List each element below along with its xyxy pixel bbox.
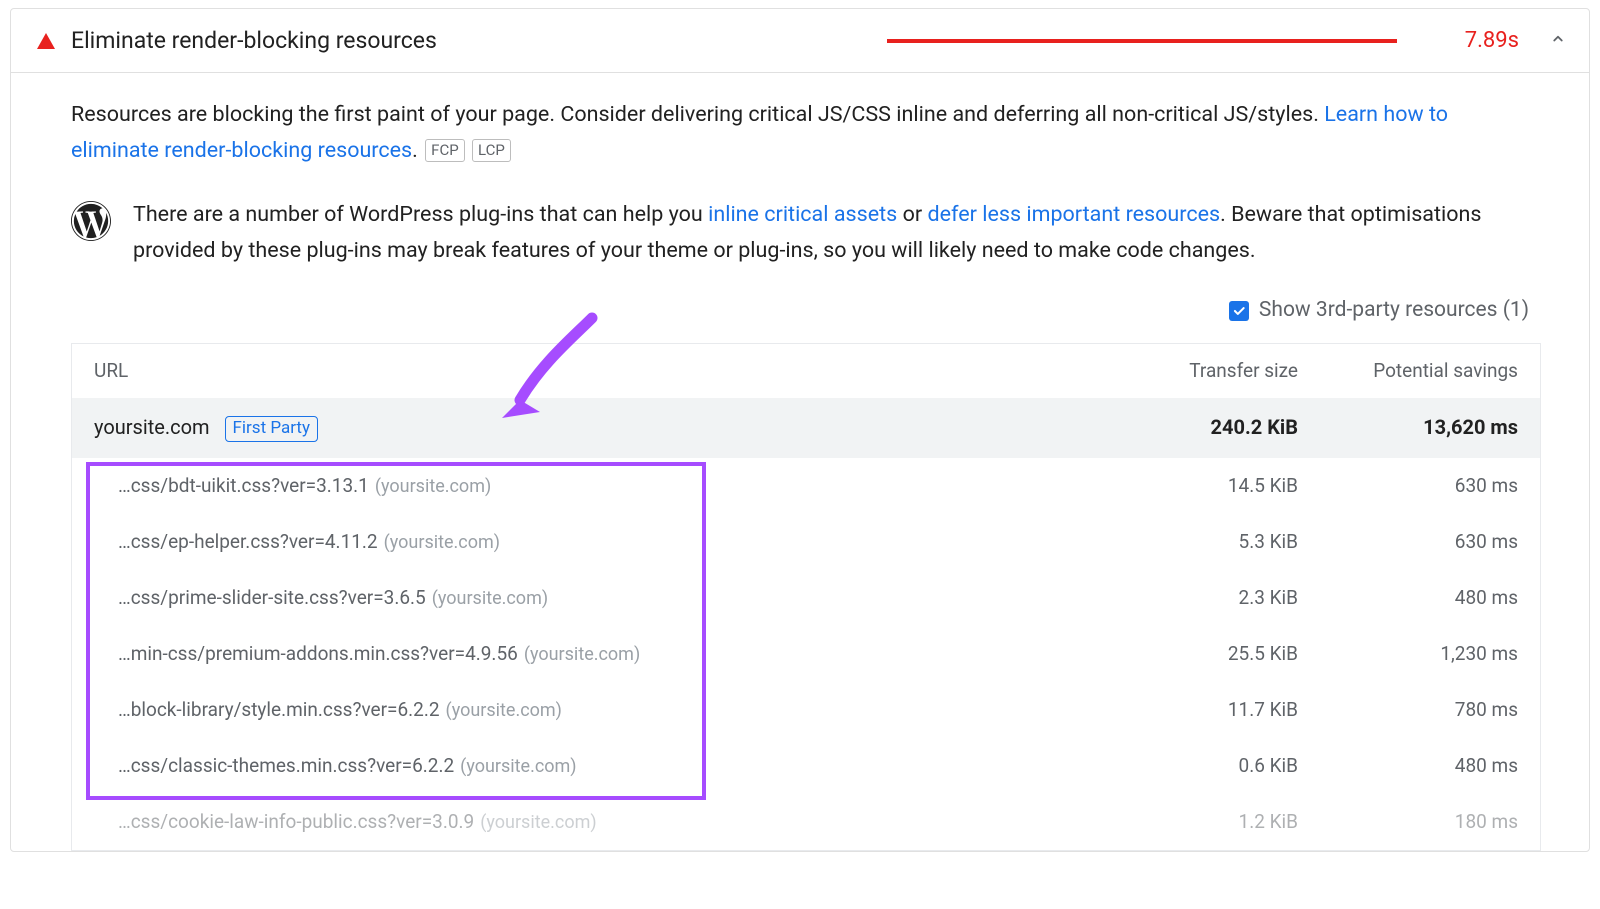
description-text: Resources are blocking the first paint o… bbox=[71, 102, 1324, 127]
row-transfer: 5.3 KiB bbox=[1098, 526, 1298, 558]
row-url: …css/prime-slider-site.css?ver=3.6.5 bbox=[118, 586, 426, 609]
third-party-checkbox[interactable] bbox=[1229, 301, 1249, 321]
metric-tag-lcp: LCP bbox=[472, 139, 511, 162]
row-url: …block-library/style.min.css?ver=6.2.2 bbox=[118, 698, 440, 721]
row-origin: (yoursite.com) bbox=[375, 476, 491, 497]
audit-body: Resources are blocking the first paint o… bbox=[11, 73, 1589, 851]
row-origin: (yoursite.com) bbox=[524, 644, 640, 665]
third-party-toggle-row: Show 3rd-party resources (1) bbox=[71, 293, 1541, 328]
row-savings: 1,230 ms bbox=[1298, 638, 1518, 670]
row-transfer: 1.2 KiB bbox=[1098, 806, 1298, 838]
row-origin: (yoursite.com) bbox=[432, 588, 548, 609]
row-transfer: 25.5 KiB bbox=[1098, 638, 1298, 670]
table-row: …css/classic-themes.min.css?ver=6.2.2 (yo… bbox=[72, 738, 1540, 794]
platform-note-block: There are a number of WordPress plug-ins… bbox=[71, 197, 1541, 269]
row-savings: 480 ms bbox=[1298, 750, 1518, 782]
audit-header[interactable]: Eliminate render-blocking resources 7.89… bbox=[11, 9, 1589, 73]
fail-triangle-icon bbox=[37, 33, 55, 49]
table-row: …css/bdt-uikit.css?ver=3.13.1 (yoursite.c… bbox=[72, 458, 1540, 514]
table-row: …block-library/style.min.css?ver=6.2.2 (y… bbox=[72, 682, 1540, 738]
row-origin: (yoursite.com) bbox=[460, 756, 576, 777]
col-url: URL bbox=[94, 355, 1098, 387]
chevron-up-icon[interactable] bbox=[1549, 30, 1567, 52]
col-savings: Potential savings bbox=[1298, 355, 1518, 387]
row-url: …css/classic-themes.min.css?ver=6.2.2 bbox=[118, 754, 454, 777]
wordpress-icon bbox=[71, 201, 111, 253]
row-savings: 180 ms bbox=[1298, 806, 1518, 838]
row-transfer: 11.7 KiB bbox=[1098, 694, 1298, 726]
audit-panel: Eliminate render-blocking resources 7.89… bbox=[10, 8, 1590, 852]
group-savings: 13,620 ms bbox=[1298, 411, 1518, 445]
row-transfer: 14.5 KiB bbox=[1098, 470, 1298, 502]
row-url: …css/cookie-law-info-public.css?ver=3.0.… bbox=[118, 810, 474, 833]
table-row: …css/prime-slider-site.css?ver=3.6.5 (you… bbox=[72, 570, 1540, 626]
row-savings: 480 ms bbox=[1298, 582, 1518, 614]
row-origin: (yoursite.com) bbox=[480, 812, 596, 833]
table-header: URL Transfer size Potential savings bbox=[72, 344, 1540, 398]
platform-note: There are a number of WordPress plug-ins… bbox=[133, 197, 1541, 269]
row-url: …min-css/premium-addons.min.css?ver=4.9.… bbox=[118, 642, 518, 665]
row-transfer: 2.3 KiB bbox=[1098, 582, 1298, 614]
table-row: …css/cookie-law-info-public.css?ver=3.0.… bbox=[72, 794, 1540, 850]
inline-critical-link[interactable]: inline critical assets bbox=[708, 202, 897, 227]
row-url: …css/bdt-uikit.css?ver=3.13.1 bbox=[118, 474, 369, 497]
group-transfer: 240.2 KiB bbox=[1098, 411, 1298, 445]
third-party-checkbox-label: Show 3rd-party resources (1) bbox=[1259, 293, 1529, 328]
row-url: …css/ep-helper.css?ver=4.11.2 bbox=[118, 530, 378, 553]
table-row: …css/ep-helper.css?ver=4.11.2 (yoursite.c… bbox=[72, 514, 1540, 570]
audit-title: Eliminate render-blocking resources bbox=[71, 27, 437, 54]
col-transfer: Transfer size bbox=[1098, 355, 1298, 387]
row-transfer: 0.6 KiB bbox=[1098, 750, 1298, 782]
impact-bar bbox=[887, 39, 1397, 43]
audit-description: Resources are blocking the first paint o… bbox=[71, 97, 1541, 169]
table-row: …min-css/premium-addons.min.css?ver=4.9.… bbox=[72, 626, 1540, 682]
defer-resources-link[interactable]: defer less important resources bbox=[927, 202, 1220, 227]
row-savings: 630 ms bbox=[1298, 526, 1518, 558]
row-origin: (yoursite.com) bbox=[446, 700, 562, 721]
group-host: yoursite.com bbox=[94, 415, 210, 439]
row-origin: (yoursite.com) bbox=[384, 532, 500, 553]
row-savings: 630 ms bbox=[1298, 470, 1518, 502]
table-group-row[interactable]: yoursite.com First Party 240.2 KiB 13,62… bbox=[72, 398, 1540, 458]
first-party-chip: First Party bbox=[225, 416, 319, 442]
metric-tag-fcp: FCP bbox=[425, 139, 465, 162]
row-savings: 780 ms bbox=[1298, 694, 1518, 726]
resources-table: URL Transfer size Potential savings your… bbox=[71, 343, 1541, 851]
metric-value: 7.89s bbox=[1465, 28, 1519, 53]
